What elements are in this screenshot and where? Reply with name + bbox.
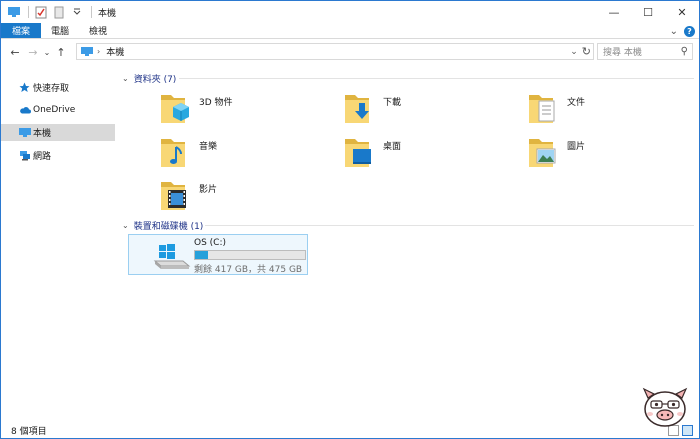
item-count: 8 個項目 <box>11 427 47 437</box>
address-bar-controls: ⌄ ↻ <box>570 44 591 59</box>
folder-label: 桌面 <box>383 142 402 152</box>
devices-group-header[interactable]: ⌄ 裝置和磁碟機 (1) <box>122 218 203 232</box>
folder-desktop[interactable]: 桌面 <box>343 135 513 177</box>
drive-usage-fill <box>195 251 209 259</box>
navigation-pane: 快速存取 OneDrive 本機 網路 <box>1 66 115 421</box>
folder-pictures[interactable]: 圖片 <box>527 135 697 177</box>
expand-ribbon-icon[interactable]: ⌄ <box>670 26 678 37</box>
search-input[interactable]: 搜尋 本機 ⚲ <box>597 43 693 60</box>
toolbar-separator <box>28 6 29 18</box>
folder-downloads[interactable]: 下載 <box>343 91 513 133</box>
pictures-folder-icon <box>527 135 561 171</box>
folder-3d-objects[interactable]: 3D 物件 <box>159 91 329 133</box>
back-button[interactable]: ← <box>6 42 24 62</box>
window-controls: — ☐ ✕ <box>597 1 699 23</box>
status-bar: 8 個項目 <box>1 422 699 439</box>
minimize-button[interactable]: — <box>597 1 631 23</box>
downloads-folder-icon <box>343 91 377 127</box>
sidebar-item-onedrive[interactable]: OneDrive <box>1 101 115 118</box>
forward-button[interactable]: → <box>24 42 42 62</box>
quick-access-toolbar: 本機 <box>1 1 116 23</box>
sidebar-item-label: 本機 <box>33 129 52 139</box>
folder-music[interactable]: 音樂 <box>159 135 329 177</box>
sidebar-item-this-pc[interactable]: 本機 <box>1 124 115 141</box>
collapse-chevron-icon[interactable]: ⌄ <box>122 74 129 83</box>
search-placeholder: 搜尋 本機 <box>603 48 642 58</box>
ribbon-tabs: 檔案 電腦 檢視 ⌄ ? <box>1 23 699 39</box>
drive-name: OS (C:) <box>194 238 226 248</box>
sidebar-item-label: OneDrive <box>33 104 76 115</box>
computer-icon <box>81 46 93 57</box>
network-icon <box>19 151 31 161</box>
folder-label: 影片 <box>199 185 218 195</box>
title-bar: 本機 — ☐ ✕ <box>1 1 699 23</box>
music-folder-icon <box>159 135 193 171</box>
explorer-window: 本機 — ☐ ✕ 檔案 電腦 檢視 ⌄ ? ← → ⌄ ↑ › 本機 ⌄ ↻ 搜… <box>0 0 700 439</box>
sidebar-item-label: 網路 <box>33 152 52 162</box>
search-icon: ⚲ <box>680 46 688 57</box>
drive-free-space: 剩餘 417 GB，共 475 GB <box>194 265 303 275</box>
devices-group-title: 裝置和磁碟機 (1) <box>133 221 204 232</box>
customize-toolbar-icon[interactable] <box>69 4 85 20</box>
folder-label: 下載 <box>383 98 402 108</box>
3d-objects-folder-icon <box>159 91 193 127</box>
desktop-folder-icon <box>343 135 377 171</box>
pig-mascot-watermark <box>639 386 691 430</box>
recent-locations-button[interactable]: ⌄ <box>42 42 52 62</box>
drive-c[interactable]: OS (C:) 剩餘 417 GB，共 475 GB <box>128 234 308 275</box>
documents-folder-icon <box>527 91 561 127</box>
collapse-chevron-icon[interactable]: ⌄ <box>122 221 129 230</box>
tab-file[interactable]: 檔案 <box>1 23 42 38</box>
properties-icon[interactable] <box>33 4 49 20</box>
folder-label: 音樂 <box>199 142 218 152</box>
videos-folder-icon <box>159 178 193 214</box>
folder-label: 圖片 <box>567 142 586 152</box>
address-dropdown-icon[interactable]: ⌄ <box>570 47 578 57</box>
group-divider <box>205 225 694 226</box>
folder-videos[interactable]: 影片 <box>159 178 329 220</box>
computer-icon <box>19 127 31 138</box>
close-button[interactable]: ✕ <box>665 1 699 23</box>
computer-icon <box>6 4 22 20</box>
content-pane: ⌄ 資料夾 (7) 3D 物件 下載 文件 音樂 桌面 圖片 影片 ⌄ 裝置和磁… <box>119 66 699 421</box>
window-title: 本機 <box>98 8 117 19</box>
tab-computer[interactable]: 電腦 <box>41 23 79 38</box>
breadcrumb-separator[interactable]: › <box>97 47 100 56</box>
sidebar-item-label: 快速存取 <box>33 84 70 94</box>
star-icon <box>19 82 31 93</box>
tab-view[interactable]: 檢視 <box>79 23 117 38</box>
folder-label: 文件 <box>567 98 586 108</box>
folder-documents[interactable]: 文件 <box>527 91 697 133</box>
refresh-icon[interactable]: ↻ <box>582 45 591 58</box>
windows-drive-icon <box>153 241 191 271</box>
folder-label: 3D 物件 <box>199 98 233 108</box>
maximize-button[interactable]: ☐ <box>631 1 665 23</box>
toolbar-separator <box>91 6 92 18</box>
sidebar-item-network[interactable]: 網路 <box>1 147 115 164</box>
ribbon-right-controls: ⌄ ? <box>670 23 695 39</box>
sidebar-item-quick-access[interactable]: 快速存取 <box>1 79 115 96</box>
navigation-bar: ← → ⌄ ↑ › 本機 ⌄ ↻ 搜尋 本機 ⚲ <box>1 40 699 64</box>
folders-group-header[interactable]: ⌄ 資料夾 (7) <box>122 71 176 85</box>
help-icon[interactable]: ? <box>684 25 695 37</box>
new-folder-icon[interactable] <box>51 4 67 20</box>
breadcrumb-current[interactable]: 本機 <box>106 45 124 58</box>
address-bar[interactable]: › 本機 ⌄ ↻ <box>76 43 594 60</box>
cloud-icon <box>19 105 31 115</box>
drive-usage-bar <box>194 250 306 260</box>
folders-group-title: 資料夾 (7) <box>133 74 177 85</box>
up-button[interactable]: ↑ <box>52 42 70 62</box>
group-divider <box>179 78 694 79</box>
